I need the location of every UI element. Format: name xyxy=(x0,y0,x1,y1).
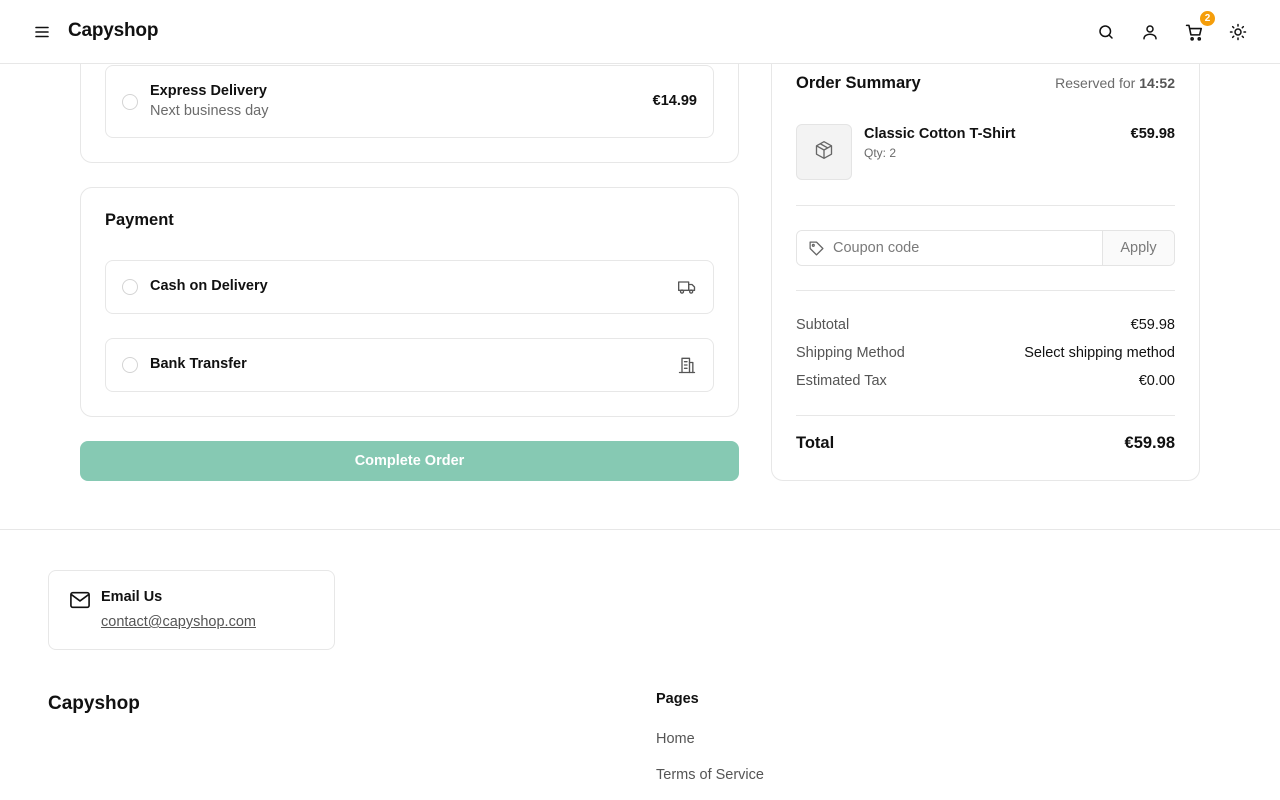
total-value: €59.98 xyxy=(1124,434,1175,452)
footer-pages-title: Pages xyxy=(656,691,699,707)
building-icon xyxy=(677,355,697,375)
shipping-option-express[interactable]: Express Delivery Next business day €14.9… xyxy=(105,65,714,138)
reservation-time: 14:52 xyxy=(1139,75,1175,91)
coupon-group: Apply xyxy=(796,230,1175,266)
shipping-option-title: Express Delivery xyxy=(150,83,267,99)
radio-button[interactable] xyxy=(122,279,138,295)
product-quantity: Qty: 2 xyxy=(864,146,897,160)
shipping-method-value: Select shipping method xyxy=(1024,345,1175,361)
truck-icon xyxy=(677,277,697,297)
coupon-input[interactable] xyxy=(797,231,1102,265)
payment-section: Payment Cash on Delivery Bank Transfer xyxy=(80,187,739,417)
payment-option-title: Bank Transfer xyxy=(150,356,247,372)
cart-icon[interactable] xyxy=(1183,21,1205,43)
email-contact-card: Email Us contact@capyshop.com xyxy=(48,570,335,650)
sun-icon[interactable] xyxy=(1227,21,1249,43)
divider xyxy=(796,415,1175,416)
order-summary: Order Summary Reserved for 14:52 Classic… xyxy=(771,20,1200,481)
tax-label: Estimated Tax xyxy=(796,373,887,389)
package-icon xyxy=(814,140,834,165)
footer-link-terms[interactable]: Terms of Service xyxy=(656,767,764,783)
complete-order-button[interactable]: Complete Order xyxy=(80,441,739,481)
payment-option-title: Cash on Delivery xyxy=(150,278,268,294)
reservation-label: Reserved for xyxy=(1055,75,1136,91)
email-title: Email Us xyxy=(101,589,163,605)
footer-divider xyxy=(0,529,1280,530)
reservation-timer: Reserved for 14:52 xyxy=(1055,75,1175,91)
brand-logo[interactable]: Capyshop xyxy=(68,20,158,42)
payment-title: Payment xyxy=(105,211,174,229)
footer-link-home[interactable]: Home xyxy=(656,731,695,747)
radio-button[interactable] xyxy=(122,357,138,373)
footer-brand: Capyshop xyxy=(48,693,140,714)
subtotal-label: Subtotal xyxy=(796,317,850,333)
total-label: Total xyxy=(796,434,835,452)
mail-icon xyxy=(69,590,91,610)
shipping-method-label: Shipping Method xyxy=(796,345,905,361)
email-link[interactable]: contact@capyshop.com xyxy=(101,614,256,630)
product-name: Classic Cotton T-Shirt xyxy=(864,126,1016,142)
apply-coupon-button[interactable]: Apply xyxy=(1102,231,1174,265)
product-thumbnail xyxy=(796,124,852,180)
divider xyxy=(796,290,1175,291)
shipping-option-price: €14.99 xyxy=(652,93,697,109)
order-summary-title: Order Summary xyxy=(796,74,921,92)
divider xyxy=(796,205,1175,206)
tax-value: €0.00 xyxy=(1138,373,1175,389)
coupon-input-wrapper xyxy=(797,231,1102,265)
search-icon[interactable] xyxy=(1095,21,1117,43)
product-price: €59.98 xyxy=(1130,126,1175,142)
cart-count-badge: 2 xyxy=(1200,11,1215,26)
site-header: Capyshop 2 xyxy=(0,0,1280,64)
shipping-option-subtitle: Next business day xyxy=(150,103,269,119)
tag-icon xyxy=(808,240,825,257)
payment-option-cash[interactable]: Cash on Delivery xyxy=(105,260,714,314)
payment-option-bank[interactable]: Bank Transfer xyxy=(105,338,714,392)
subtotal-value: €59.98 xyxy=(1130,317,1175,333)
radio-button[interactable] xyxy=(122,94,138,110)
user-icon[interactable] xyxy=(1139,21,1161,43)
menu-icon[interactable] xyxy=(33,24,51,40)
